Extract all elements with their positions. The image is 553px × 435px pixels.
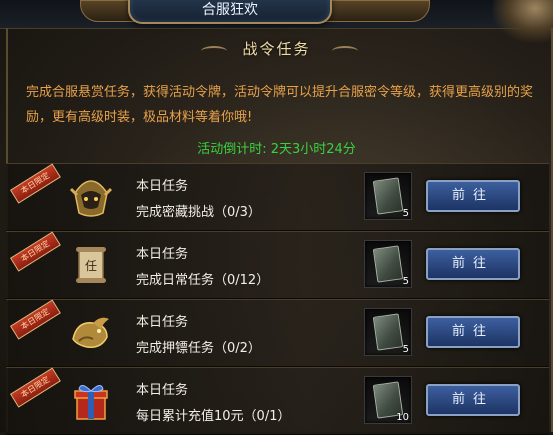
- limited-badge: 本日限定: [10, 299, 61, 340]
- scroll-icon: 任: [66, 240, 116, 290]
- reward-count: 5: [402, 344, 409, 355]
- go-button[interactable]: 前往: [426, 384, 520, 416]
- task-progress: 每日累计充值10元（0/1）: [136, 409, 291, 424]
- task-progress: 完成密藏挑战（0/3）: [136, 205, 261, 220]
- task-title: 本日任务: [136, 179, 189, 194]
- gift-box-icon: [66, 376, 116, 426]
- task-title: 本日任务: [136, 383, 189, 398]
- task-list: 本日限定 本日任务 完成密藏挑战（0/3） 5 前往 本日限定 任 本日任务 完…: [6, 163, 549, 435]
- reward-slot[interactable]: 5: [364, 308, 412, 356]
- reward-slot[interactable]: 10: [364, 376, 412, 424]
- go-button[interactable]: 前往: [426, 180, 520, 212]
- reward-slot[interactable]: 5: [364, 172, 412, 220]
- reward-count: 5: [402, 208, 409, 219]
- title-ornament-right: [318, 0, 430, 22]
- reward-count: 5: [402, 276, 409, 287]
- task-row: 本日限定 本日任务 完成押镖任务（0/2） 5 前往: [6, 299, 549, 367]
- limited-badge: 本日限定: [10, 367, 61, 408]
- golden-helmet-icon: [66, 172, 116, 222]
- section-title: 战令任务: [242, 40, 311, 58]
- go-button[interactable]: 前往: [426, 248, 520, 280]
- task-row: 本日限定 本日任务 完成密藏挑战（0/3） 5 前往: [6, 163, 549, 231]
- reward-count: 10: [396, 412, 409, 423]
- game-window: 合服狂欢 战令任务 完成合服悬赏任务，获得活动令牌，活动令牌可以提升合服密令等级…: [0, 0, 553, 435]
- token-tile-icon: [372, 245, 404, 283]
- window-title: 合服狂欢: [128, 0, 332, 24]
- token-tile-icon: [372, 177, 404, 215]
- task-title: 本日任务: [136, 247, 189, 262]
- token-tile-icon: [372, 313, 404, 351]
- limited-badge: 本日限定: [10, 163, 61, 204]
- svg-text:任: 任: [85, 259, 97, 273]
- task-row: 本日限定 本日任务 每日累计充值10元（0/1） 10 前往: [6, 367, 549, 435]
- go-button[interactable]: 前往: [426, 316, 520, 348]
- reward-slot[interactable]: 5: [364, 240, 412, 288]
- task-title: 本日任务: [136, 315, 189, 330]
- task-row: 本日限定 任 本日任务 完成日常任务（0/12） 5 前往: [6, 231, 549, 299]
- event-description: 完成合服悬赏任务，获得活动令牌，活动令牌可以提升合服密令等级，获得更高级别的奖励…: [26, 85, 534, 125]
- flourish-right-icon: [332, 46, 358, 56]
- task-progress: 完成日常任务（0/12）: [136, 273, 270, 288]
- task-progress: 完成押镖任务（0/2）: [136, 341, 261, 356]
- golden-dragon-icon: [66, 308, 116, 358]
- limited-badge: 本日限定: [10, 231, 61, 272]
- countdown-timer: 活动倒计时: 2天3小时24分: [197, 142, 356, 157]
